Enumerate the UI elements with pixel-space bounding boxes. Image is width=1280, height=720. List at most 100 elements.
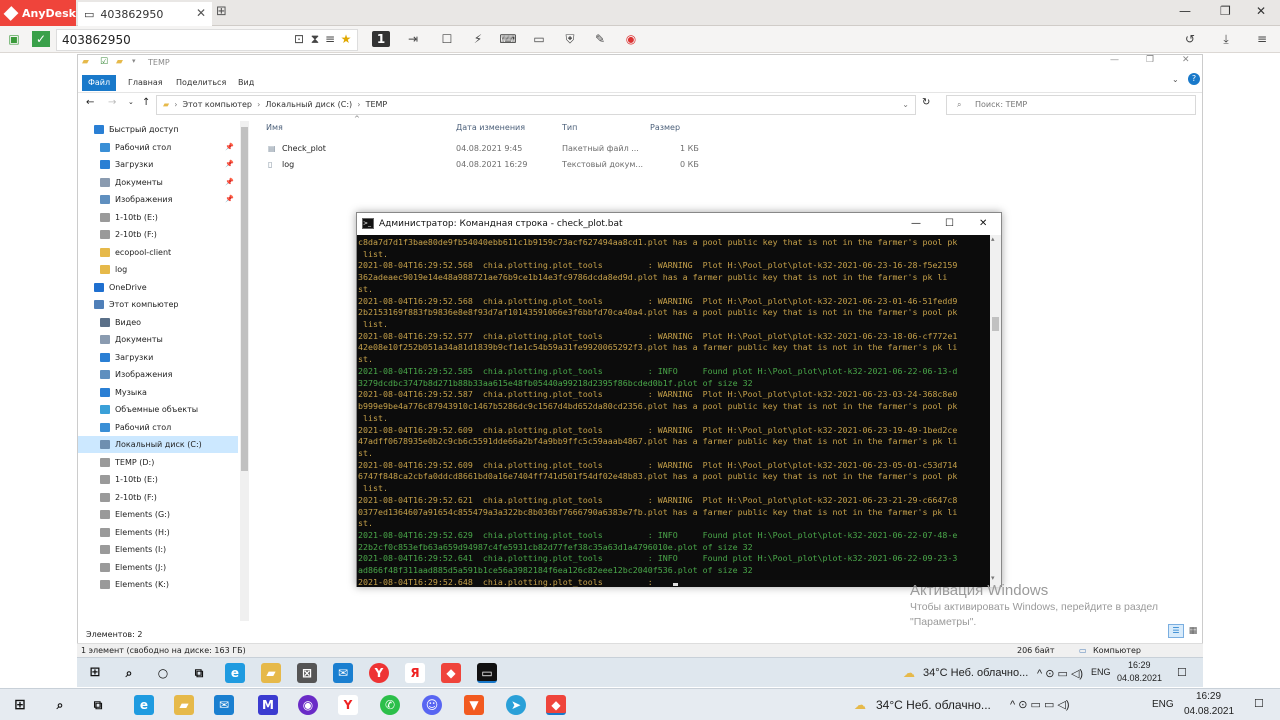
- language-indicator[interactable]: ENG: [1152, 699, 1174, 710]
- file-row[interactable]: ▤ Check_plot 04.08.2021 9:45 Пакетный фа…: [264, 141, 704, 157]
- breadcrumb-drive-c[interactable]: Локальный диск (C:): [265, 100, 352, 109]
- cmd-maximize-icon[interactable]: ☐: [945, 213, 954, 235]
- monitor-select-button[interactable]: 1: [372, 31, 390, 47]
- yandex-icon[interactable]: Я: [405, 663, 425, 683]
- clock-date[interactable]: 04.08.2021: [1184, 706, 1234, 717]
- edge-icon[interactable]: e: [225, 663, 245, 683]
- cmd-taskbar-icon[interactable]: ▭: [477, 663, 497, 683]
- sidebar-item[interactable]: Загрузки: [78, 349, 238, 366]
- recent-dropdown-icon[interactable]: ⌄: [128, 98, 134, 106]
- address-bar[interactable]: ▰ › Этот компьютер › Локальный диск (C:)…: [156, 95, 916, 115]
- new-folder-icon[interactable]: ▰: [116, 57, 123, 67]
- sidebar-item[interactable]: Elements (I:): [78, 541, 238, 558]
- notifications-icon[interactable]: ☐: [1254, 697, 1264, 710]
- column-header-size[interactable]: Размер: [650, 119, 680, 137]
- task-view-icon[interactable]: ⧉: [88, 695, 108, 715]
- explorer-minimize-icon[interactable]: —: [1110, 55, 1119, 65]
- cmd-scrollbar-thumb[interactable]: [992, 317, 999, 331]
- sidebar-item[interactable]: Видео: [78, 314, 238, 331]
- tray-icons[interactable]: ^ ⊙ ▭ ◁): [1037, 667, 1083, 680]
- tab-home[interactable]: Главная: [122, 75, 169, 91]
- start-icon[interactable]: ⊞: [85, 663, 105, 683]
- tiles-view-icon[interactable]: ▦: [1186, 624, 1200, 638]
- sidebar-item[interactable]: 2-10tb (F:): [78, 489, 238, 506]
- explorer-maximize-icon[interactable]: ❐: [1146, 55, 1154, 65]
- language-indicator[interactable]: ENG: [1091, 667, 1111, 677]
- anydesk-icon[interactable]: ◆: [546, 695, 566, 715]
- explorer-icon[interactable]: ▰: [261, 663, 281, 683]
- sidebar-item[interactable]: ecopool-client: [78, 244, 238, 261]
- task-view-icon[interactable]: ⧉: [189, 663, 209, 683]
- sidebar-item[interactable]: Elements (H:): [78, 524, 238, 541]
- sidebar-item[interactable]: log: [78, 261, 238, 278]
- anydesk-icon[interactable]: ◆: [441, 663, 461, 683]
- tab-share[interactable]: Поделиться: [170, 75, 232, 91]
- record-icon[interactable]: ◉: [622, 31, 640, 47]
- ribbon-expand-icon[interactable]: ⌄: [1172, 75, 1179, 84]
- breadcrumb-temp[interactable]: TEMP: [366, 100, 388, 109]
- breadcrumb-computer[interactable]: Этот компьютер: [183, 100, 252, 109]
- sidebar-item[interactable]: 1-10tb (E:): [78, 209, 238, 226]
- sidebar-item[interactable]: Рабочий стол 📌: [78, 139, 238, 156]
- sidebar-item[interactable]: Рабочий стол: [78, 419, 238, 436]
- details-view-icon[interactable]: ☰: [1168, 624, 1184, 638]
- file-transfer-icon[interactable]: ⇥: [404, 31, 422, 47]
- notifications-icon[interactable]: ☐: [1177, 666, 1187, 679]
- scrollbar-thumb[interactable]: [241, 127, 248, 471]
- sidebar-item[interactable]: Этот компьютер: [78, 296, 238, 313]
- sidebar-item[interactable]: OneDrive: [78, 279, 238, 296]
- up-arrow-icon[interactable]: ↑: [142, 97, 150, 108]
- sidebar-item[interactable]: Изображения: [78, 366, 238, 383]
- column-header-date[interactable]: Дата изменения: [456, 119, 525, 137]
- sidebar-item[interactable]: Быстрый доступ: [78, 121, 238, 138]
- sidebar-item[interactable]: Музыка: [78, 384, 238, 401]
- sidebar-item[interactable]: Изображения 📌: [78, 191, 238, 208]
- chat-icon[interactable]: ☐: [438, 31, 456, 47]
- mail-icon[interactable]: ✉: [214, 695, 234, 715]
- whiteboard-pen-icon[interactable]: ✎: [591, 31, 609, 47]
- mail-icon[interactable]: ✉: [333, 663, 353, 683]
- refresh-icon[interactable]: ↻: [922, 97, 930, 108]
- discord-icon[interactable]: ☺: [422, 695, 442, 715]
- search-icon[interactable]: ⌕: [119, 663, 139, 683]
- sidebar-item[interactable]: 2-10tb (F:): [78, 226, 238, 243]
- tray-icons[interactable]: ^ ⊙ ▭ ▭ ◁): [1010, 698, 1070, 711]
- edge-icon[interactable]: e: [134, 695, 154, 715]
- weather-text[interactable]: 34°C Неб. облачно...: [876, 698, 991, 712]
- clock-time[interactable]: 16:29: [1128, 660, 1151, 670]
- maximize-icon[interactable]: ❐: [1220, 4, 1231, 18]
- cmd-minimize-icon[interactable]: —: [911, 213, 921, 235]
- weather-text[interactable]: 34°C Неб. облачно...: [923, 667, 1028, 679]
- history-icon[interactable]: ↺: [1181, 31, 1199, 47]
- display-icon[interactable]: ▭: [530, 31, 548, 47]
- scroll-up-icon[interactable]: ▴: [991, 235, 995, 243]
- tab-file[interactable]: Файл: [82, 75, 117, 91]
- whatsapp-icon[interactable]: ✆: [380, 695, 400, 715]
- clock-date[interactable]: 04.08.2021: [1117, 673, 1162, 683]
- explorer-close-icon[interactable]: ✕: [1182, 55, 1190, 65]
- sidebar-item[interactable]: Документы: [78, 331, 238, 348]
- search-input[interactable]: ⌕ Поиск: TEMP: [946, 95, 1196, 115]
- telegram-icon[interactable]: ➤: [506, 695, 526, 715]
- menu-icon[interactable]: ≡: [1253, 31, 1271, 47]
- new-tab-icon[interactable]: ⊞: [216, 4, 227, 19]
- sidebar-item[interactable]: TEMP (D:): [78, 454, 238, 471]
- favorite-star-icon[interactable]: ★: [337, 31, 355, 47]
- cmd-close-icon[interactable]: ✕: [979, 213, 987, 235]
- close-window-icon[interactable]: ✕: [1256, 4, 1266, 18]
- start-icon[interactable]: ⊞: [10, 695, 30, 715]
- sidebar-item[interactable]: Документы 📌: [78, 174, 238, 191]
- privacy-shield-icon[interactable]: ⛨: [561, 31, 579, 47]
- keyboard-icon[interactable]: ⌨: [499, 31, 517, 47]
- navigation-pane-scrollbar[interactable]: [240, 121, 249, 621]
- quick-access-dropdown-icon[interactable]: ▾: [132, 57, 136, 65]
- yandex-browser-icon[interactable]: Y: [338, 695, 358, 715]
- sidebar-item[interactable]: Загрузки 📌: [78, 156, 238, 173]
- download-icon[interactable]: ⤓: [1217, 31, 1235, 47]
- sidebar-item[interactable]: Локальный диск (C:): [78, 436, 238, 453]
- column-header-name[interactable]: Имя: [266, 119, 283, 137]
- media-icon[interactable]: ◉: [298, 695, 318, 715]
- store-icon[interactable]: ⊠: [297, 663, 317, 683]
- anydesk-session-tab[interactable]: ▭ 403862950 ✕: [78, 2, 212, 26]
- sidebar-item[interactable]: 1-10tb (E:): [78, 471, 238, 488]
